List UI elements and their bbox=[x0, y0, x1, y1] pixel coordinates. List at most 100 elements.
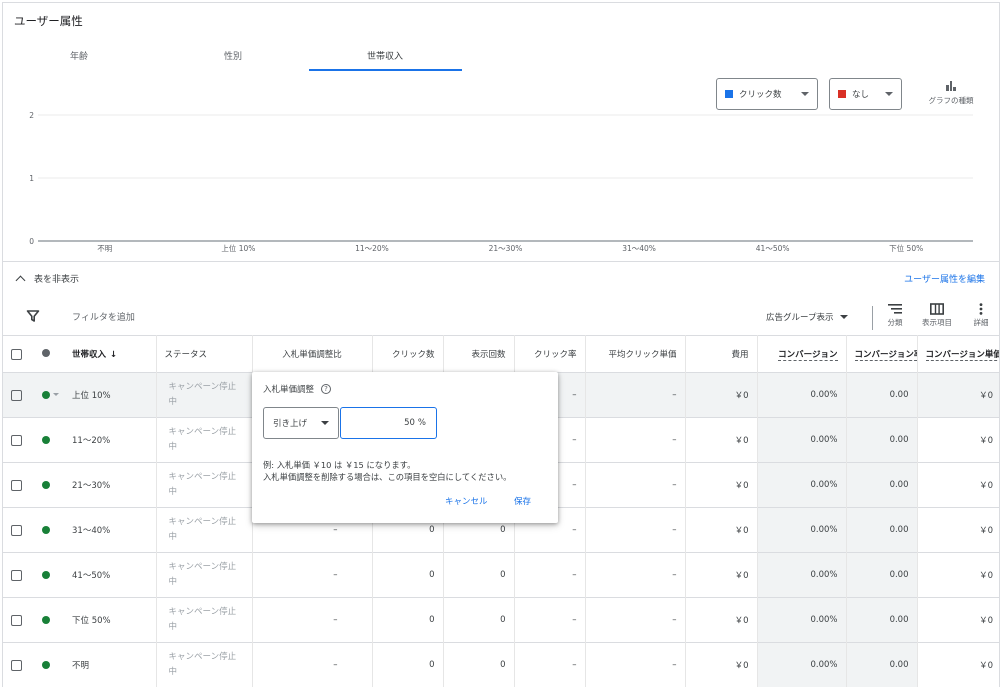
select-all-checkbox[interactable] bbox=[11, 348, 22, 360]
metric1-swatch bbox=[725, 90, 733, 98]
details-label: 詳細 bbox=[973, 318, 989, 327]
avg-cpc-cell: – bbox=[585, 462, 686, 508]
bid-adj-header[interactable]: 入札単価調整比 bbox=[252, 335, 373, 373]
row-checkbox-cell[interactable] bbox=[3, 372, 34, 418]
tab-gender[interactable]: 性別 bbox=[157, 49, 309, 62]
enabled-dot-icon bbox=[42, 390, 50, 399]
conversions-cell: 0.00% bbox=[757, 642, 847, 687]
clicks-cell: 0 bbox=[372, 552, 444, 598]
row-checkbox[interactable] bbox=[11, 524, 22, 536]
segment-cell: 不明 bbox=[64, 642, 157, 687]
ctr-header[interactable]: クリック率 bbox=[514, 335, 586, 373]
avg-cpc-cell: – bbox=[585, 507, 686, 553]
conv-rate-cell: 0.00 bbox=[846, 507, 918, 553]
bar-chart-icon bbox=[946, 81, 956, 91]
columns-icon bbox=[930, 303, 944, 315]
hide-table-label: 表を非表示 bbox=[34, 275, 80, 285]
more-button[interactable]: 詳細 bbox=[963, 303, 999, 328]
row-checkbox-cell[interactable] bbox=[3, 462, 34, 508]
segment-button[interactable]: 分類 bbox=[877, 303, 913, 328]
add-filter-button[interactable]: フィルタを追加 bbox=[72, 310, 135, 323]
table-row[interactable]: 下位 50% キャンペーン停止中 –0 0– – ￥0 0.00% 0.00 ￥0 bbox=[3, 597, 999, 643]
clicks-cell: 0 bbox=[372, 642, 444, 687]
ctr-header-label: クリック率 bbox=[533, 350, 577, 360]
avg-cpc-cell: – bbox=[585, 642, 686, 687]
columns-label: 表示項目 bbox=[922, 318, 952, 327]
cost-per-conv-cell: ￥0 bbox=[917, 597, 999, 643]
row-checkbox-cell[interactable] bbox=[3, 507, 34, 553]
avg-cpc-header-label: 平均クリック単価 bbox=[608, 350, 677, 360]
cost-per-conv-header-label: コンバージョン単価 bbox=[925, 350, 1000, 361]
conversions-header[interactable]: コンバージョン bbox=[757, 335, 847, 373]
row-status-dot bbox=[34, 507, 64, 553]
segment-cell: 下位 50% bbox=[64, 597, 157, 643]
metric1-label: クリック数 bbox=[739, 90, 782, 100]
table-row[interactable]: 不明 キャンペーン停止中 –0 0– – ￥0 0.00% 0.00 ￥0 bbox=[3, 642, 999, 687]
filter-icon[interactable] bbox=[26, 309, 40, 323]
impressions-header[interactable]: 表示回数 bbox=[443, 335, 515, 373]
cancel-button[interactable]: キャンセル bbox=[445, 495, 488, 507]
impressions-cell: 0 bbox=[443, 597, 515, 643]
ctr-cell: – bbox=[514, 552, 586, 598]
x-tick-label: 31～40% bbox=[622, 244, 656, 253]
more-vert-icon bbox=[979, 303, 983, 315]
active-tab-indicator bbox=[309, 69, 462, 71]
cost-header[interactable]: 費用 bbox=[685, 335, 758, 373]
row-checkbox-cell[interactable] bbox=[3, 552, 34, 598]
popover-note-line2: 入札単価調整を削除する場合は、この項目を空白にしてください。 bbox=[263, 472, 512, 482]
row-checkbox-cell[interactable] bbox=[3, 597, 34, 643]
status-cell: キャンペーン停止中 bbox=[156, 372, 253, 418]
x-tick-label: 上位 10% bbox=[221, 243, 255, 253]
status-cell: キャンペーン停止中 bbox=[156, 552, 253, 598]
conversions-cell: 0.00% bbox=[757, 552, 847, 598]
cost-cell: ￥0 bbox=[685, 597, 758, 643]
segment-cell: 21～30% bbox=[64, 462, 157, 508]
enabled-dot-icon bbox=[42, 525, 50, 534]
row-checkbox[interactable] bbox=[11, 569, 22, 581]
clicks-cell: 0 bbox=[372, 597, 444, 643]
select-all-checkbox-cell[interactable] bbox=[3, 335, 34, 373]
cost-per-conv-header[interactable]: コンバージョン単価 bbox=[917, 335, 1000, 373]
columns-button[interactable]: 表示項目 bbox=[919, 303, 955, 328]
bid-adj-cell[interactable]: – bbox=[252, 552, 373, 598]
popover-note: 例: 入札単価 ￥10 は ￥15 になります。 入札単価調整を削除する場合は、… bbox=[263, 459, 511, 483]
cost-per-conv-cell: ￥0 bbox=[917, 417, 999, 463]
help-icon[interactable]: ? bbox=[321, 384, 332, 394]
y-tick-label: 1 bbox=[29, 174, 34, 183]
table-row[interactable]: 41～50% キャンペーン停止中 –0 0– – ￥0 0.00% 0.00 ￥0 bbox=[3, 552, 999, 598]
row-checkbox[interactable] bbox=[11, 434, 22, 446]
adjustment-percent-value[interactable]: 50 bbox=[404, 418, 415, 428]
bid-adj-cell[interactable]: – bbox=[252, 642, 373, 687]
row-status-dot bbox=[34, 417, 64, 463]
row-checkbox[interactable] bbox=[11, 614, 22, 626]
tab-household-income[interactable]: 世帯収入 bbox=[309, 49, 461, 62]
row-checkbox[interactable] bbox=[11, 389, 22, 401]
popover-title: 入札単価調整 ? bbox=[263, 383, 332, 395]
bid-adj-cell[interactable]: – bbox=[252, 597, 373, 643]
cost-cell: ￥0 bbox=[685, 372, 758, 418]
conversions-cell: 0.00% bbox=[757, 417, 847, 463]
segment-label: 分類 bbox=[887, 318, 903, 327]
status-cell: キャンペーン停止中 bbox=[156, 597, 253, 643]
enabled-dot-icon bbox=[42, 570, 50, 579]
percent-unit: % bbox=[417, 418, 426, 428]
group-view-select[interactable]: 広告グループ表示 bbox=[766, 311, 848, 323]
chevron-down-icon bbox=[801, 92, 809, 96]
row-status-dot[interactable] bbox=[34, 372, 64, 418]
adjustment-percent-input[interactable]: 50 % bbox=[340, 407, 437, 439]
status-header[interactable]: ステータス bbox=[156, 335, 253, 373]
adjustment-direction-select[interactable]: 引き上げ bbox=[263, 407, 339, 439]
clicks-header[interactable]: クリック数 bbox=[372, 335, 444, 373]
row-checkbox[interactable] bbox=[11, 659, 22, 671]
row-checkbox-cell[interactable] bbox=[3, 417, 34, 463]
status-cell: キャンペーン停止中 bbox=[156, 507, 253, 553]
income-header[interactable]: 世帯収入 ↓ bbox=[64, 335, 157, 373]
tab-age[interactable]: 年齢 bbox=[3, 49, 155, 62]
row-checkbox-cell[interactable] bbox=[3, 642, 34, 687]
hide-table-toggle[interactable]: 表を非表示 bbox=[15, 272, 79, 285]
conv-rate-header[interactable]: コンバージョン率 bbox=[846, 335, 918, 373]
avg-cpc-header[interactable]: 平均クリック単価 bbox=[585, 335, 686, 373]
save-button[interactable]: 保存 bbox=[514, 495, 531, 507]
row-checkbox[interactable] bbox=[11, 479, 22, 491]
edit-demographics-link[interactable]: ユーザー属性を編集 bbox=[904, 272, 985, 285]
